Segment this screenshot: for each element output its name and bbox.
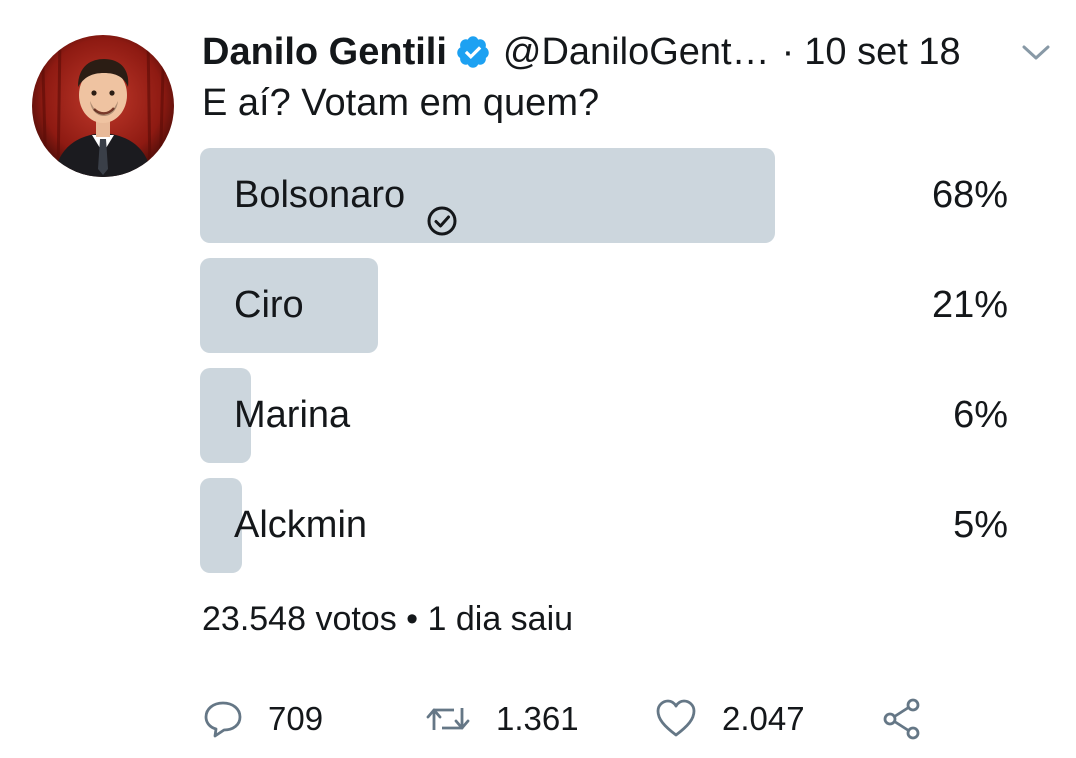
reply-icon — [202, 698, 244, 740]
poll-option-label: Marina — [234, 368, 350, 463]
heart-icon — [654, 698, 698, 740]
tweet-actions: 709 1.361 2.047 — [202, 692, 942, 746]
tweet: Danilo Gentili @DaniloGent… · 10 set 18 … — [0, 0, 1076, 758]
poll-option: Bolsonaro 68% — [200, 148, 1010, 243]
poll-option-percent: 6% — [953, 394, 1008, 436]
like-count: 2.047 — [722, 700, 805, 737]
share-button[interactable] — [880, 692, 924, 746]
poll-option-text: Ciro — [234, 284, 304, 326]
chevron-down-icon[interactable] — [1020, 42, 1052, 64]
poll-option-text: Marina — [234, 394, 351, 436]
retweet-icon — [424, 698, 472, 740]
poll-option-text: Alckmin — [234, 504, 368, 546]
poll-option: Ciro 21% — [200, 258, 1010, 353]
avatar[interactable] — [32, 35, 174, 177]
poll-option-percent: 68% — [931, 174, 1008, 216]
poll-option-text: Bolsonaro — [234, 174, 406, 216]
poll-option-label: Bolsonaro — [234, 148, 459, 243]
like-button[interactable]: 2.047 — [654, 692, 805, 746]
header-separator: · — [781, 30, 795, 73]
retweet-count: 1.361 — [496, 700, 579, 737]
reply-button[interactable]: 709 — [202, 692, 323, 746]
verified-badge-icon — [455, 34, 491, 70]
check-circle-icon — [425, 179, 459, 235]
author-handle[interactable]: @DaniloGent… — [503, 31, 770, 74]
tweet-header: Danilo Gentili @DaniloGent… · 10 set 18 — [202, 26, 961, 78]
poll-option-percent: 5% — [953, 504, 1008, 546]
author-name[interactable]: Danilo Gentili — [202, 31, 447, 74]
poll-option: Alckmin 5% — [200, 478, 1010, 573]
share-icon — [880, 697, 924, 741]
poll: Bolsonaro 68% Ciro 21% Marina 6% Alckmin… — [200, 148, 1010, 588]
poll-option-percent: 21% — [931, 284, 1008, 326]
poll-meta: 23.548 votos • 1 dia saiu — [202, 600, 574, 638]
retweet-button[interactable]: 1.361 — [424, 692, 579, 746]
poll-option-label: Ciro — [234, 258, 304, 353]
tweet-text: E aí? Votam em quem? — [202, 82, 600, 124]
poll-option: Marina 6% — [200, 368, 1010, 463]
poll-option-label: Alckmin — [234, 478, 367, 573]
reply-count: 709 — [268, 700, 324, 737]
avatar-image — [32, 35, 174, 177]
tweet-date[interactable]: 10 set 18 — [804, 31, 960, 74]
